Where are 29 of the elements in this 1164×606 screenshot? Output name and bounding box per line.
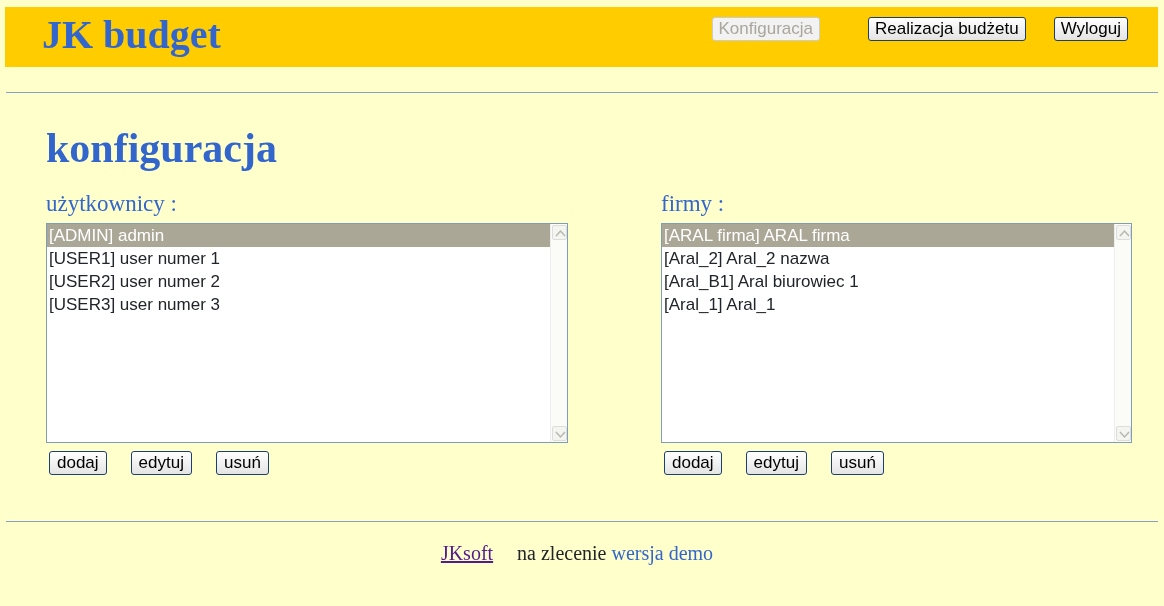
page-title: konfiguracja: [46, 124, 278, 173]
nav-button[interactable]: Realizacja budżetu: [868, 17, 1026, 42]
scrollbar[interactable]: [550, 223, 567, 442]
action-button[interactable]: edytuj: [130, 450, 192, 475]
list-item[interactable]: [USER3] user numer 3: [47, 292, 550, 316]
list-item[interactable]: [Aral_B1] Aral biurowiec 1: [662, 269, 1114, 293]
scroll-down-button[interactable]: [1116, 425, 1131, 441]
action-button[interactable]: usuń: [831, 450, 884, 475]
panel-label: użytkownicy :: [46, 191, 178, 217]
footer-note: wersja demo: [611, 540, 714, 567]
scrollbar[interactable]: [1114, 223, 1131, 442]
panel-label: firmy :: [661, 191, 726, 217]
list-item[interactable]: [USER2] user numer 2: [47, 269, 550, 293]
action-button[interactable]: edytuj: [745, 450, 807, 475]
nav-button[interactable]: Wyloguj: [1053, 17, 1128, 42]
scroll-up-button[interactable]: [1116, 224, 1131, 240]
list-item[interactable]: [Aral_2] Aral_2 nazwa: [662, 246, 1114, 270]
action-button[interactable]: dodaj: [49, 450, 107, 475]
list-item[interactable]: [Aral_1] Aral_1: [662, 292, 1114, 316]
logo: JK budget: [42, 11, 221, 55]
action-button[interactable]: dodaj: [664, 450, 722, 475]
scroll-down-button[interactable]: [552, 425, 567, 441]
footer-link[interactable]: JKsoft: [440, 537, 494, 568]
list-box[interactable]: [ADMIN] admin [USER1] user numer 1 [USER2] user numer 2 [USER3] user numer 3: [46, 222, 568, 443]
list-item[interactable]: [USER1] user numer 1: [47, 246, 550, 270]
list-box[interactable]: [ARAL firma] ARAL firma [Aral_2] Aral_2 nazwa [Aral_B1] Aral biurowiec 1 [Aral_1] Aral_1: [661, 222, 1132, 443]
footer-text: na zlecenie: [517, 540, 607, 566]
scroll-up-button[interactable]: [552, 224, 567, 240]
action-button[interactable]: usuń: [216, 450, 269, 475]
